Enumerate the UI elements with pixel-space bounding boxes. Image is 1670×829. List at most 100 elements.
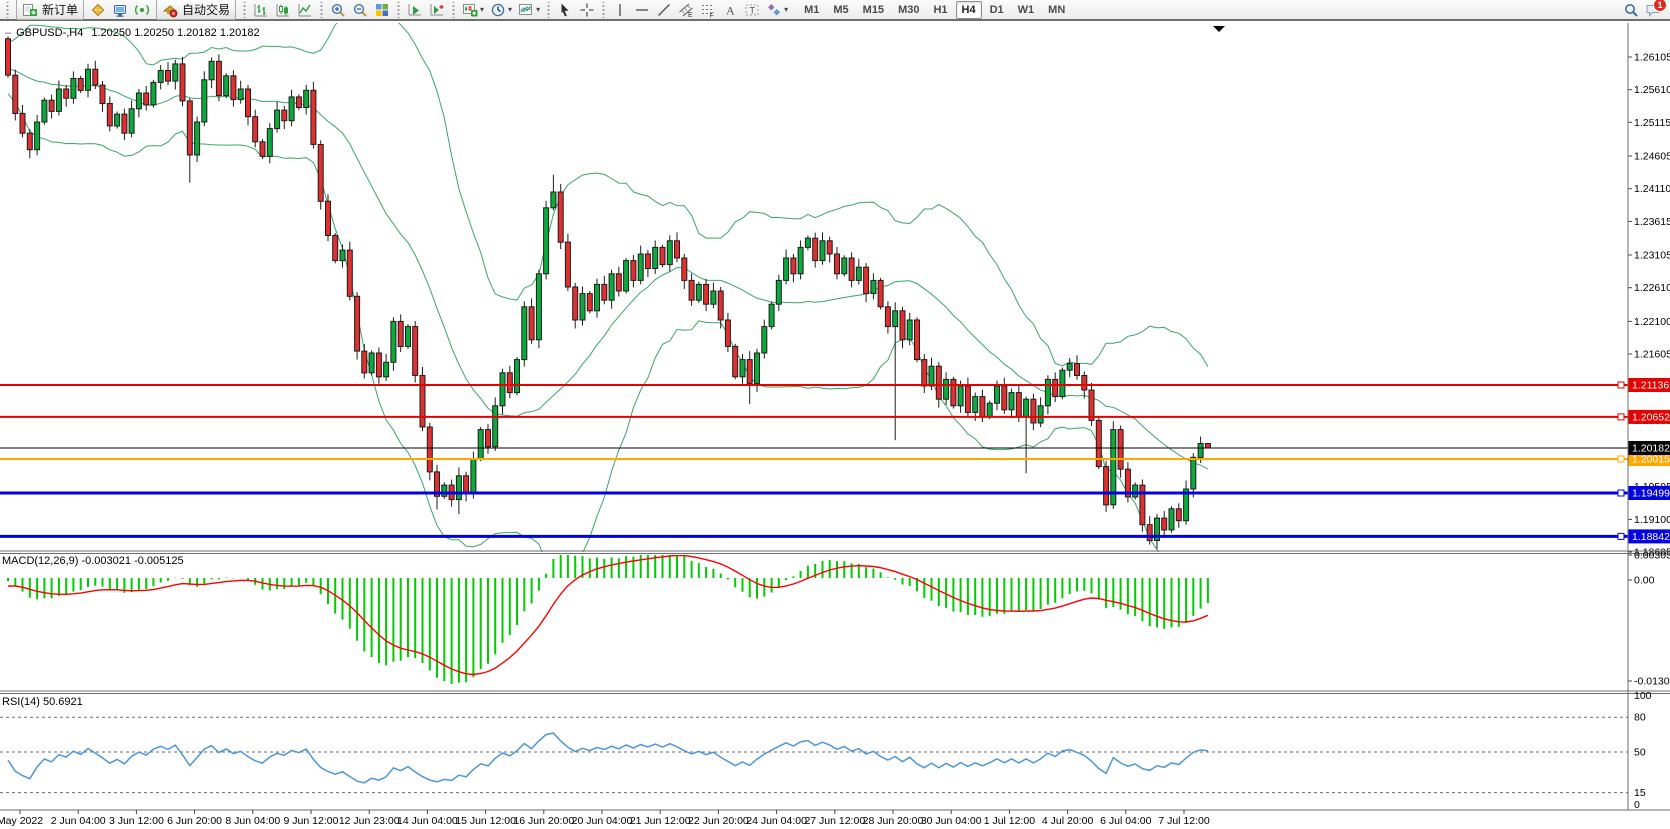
line-chart-mode-button[interactable]: [295, 0, 315, 19]
time-tick-label: 27 Jun 12:00: [804, 815, 865, 827]
vps-monitor-icon: [112, 2, 128, 18]
timeframe-m5[interactable]: M5: [827, 1, 854, 19]
periods-button[interactable]: ▾: [488, 0, 514, 19]
timeframe-m1[interactable]: M1: [798, 1, 825, 19]
dropdown-caret-icon[interactable]: ▾: [480, 6, 484, 14]
time-tick-label: 28 Jun 20:00: [863, 815, 924, 827]
channel-tool-button[interactable]: E: [676, 0, 696, 19]
hline-icon: [634, 2, 650, 18]
time-tick-label: 4 Jul 20:00: [1042, 815, 1094, 827]
time-tick-label: 8 Jun 04:00: [225, 815, 280, 827]
cursor-button[interactable]: [555, 0, 575, 19]
signals-button[interactable]: [132, 0, 152, 19]
macd-tick-label: 0.00: [1634, 575, 1655, 587]
macd-tick-label: -0.01309: [1634, 676, 1670, 688]
dropdown-caret-icon[interactable]: ▾: [536, 6, 540, 14]
time-tick-label: 12 Jun 23:00: [339, 815, 400, 827]
vps-button[interactable]: [110, 0, 130, 19]
mt4-window: 新订单自动交易▾▾▾EFAT▾M1M5M15M30H1H4D1W1MN1 –GB…: [0, 0, 1670, 829]
price-tick-label: 1.26105: [1634, 52, 1670, 64]
candles-icon: [275, 2, 291, 18]
trendline-tool-button[interactable]: [654, 0, 674, 19]
price-tick-label: 1.23105: [1634, 250, 1670, 262]
timeframe-mn[interactable]: MN: [1042, 1, 1071, 19]
rsi-tick-label: 80: [1634, 712, 1646, 724]
zoom-in-button[interactable]: [328, 0, 348, 19]
dropdown-caret-icon[interactable]: ▾: [784, 6, 788, 14]
time-tick-label: 14 Jun 04:00: [397, 815, 458, 827]
current-price-badge: 1.20182: [1632, 443, 1670, 455]
notification-badge: 1: [1653, 0, 1667, 12]
time-tick-label: 2 Jun 04:00: [51, 815, 106, 827]
chart-ohlc-values: 1.20250 1.20250 1.20182 1.20182: [91, 27, 259, 39]
fibo-icon: F: [700, 2, 716, 18]
svg-text:A: A: [726, 3, 735, 17]
text-label-icon: T: [744, 2, 760, 18]
line-price-badge: 1.20015: [1632, 454, 1670, 466]
chart-canvas[interactable]: 1.261051.256101.251151.246051.241101.236…: [0, 22, 1670, 829]
rsi-tick-label: 50: [1634, 747, 1646, 759]
autotrading-button[interactable]: 自动交易: [156, 0, 236, 20]
arrows-tool-button[interactable]: ▾: [764, 0, 790, 19]
zoom-in-icon: [330, 2, 346, 18]
timeframe-h4[interactable]: H4: [956, 1, 982, 19]
toolbar-right: 1: [1620, 0, 1668, 19]
new-chart-icon: [462, 2, 478, 18]
time-axis: May 20222 Jun 04:003 Jun 12:006 Jun 20:0…: [0, 810, 1210, 827]
market-button[interactable]: [88, 0, 108, 19]
new-order-label: 新订单: [42, 1, 78, 18]
price-tick-label: 1.19100: [1634, 514, 1670, 526]
gold-package-icon: [90, 2, 106, 18]
search-button[interactable]: [1621, 0, 1641, 19]
search-icon: [1623, 2, 1639, 18]
dropdown-caret-icon[interactable]: ▾: [508, 6, 512, 14]
macd-panel-area[interactable]: [0, 554, 1628, 691]
macd-axis: 0.003036 0.00 -0.01309: [1628, 550, 1670, 688]
chart-shift-button[interactable]: [427, 0, 447, 19]
bar-chart-mode-button[interactable]: [251, 0, 271, 19]
line-price-badge: 1.19499: [1632, 488, 1670, 500]
time-tick-label: 20 Jun 04:00: [572, 815, 633, 827]
channel-icon: E: [678, 2, 694, 18]
timeframe-bar: M1M5M15M30H1H4D1W1MN: [797, 1, 1072, 19]
text-tool-button[interactable]: A: [720, 0, 740, 19]
chartshift-icon: [429, 2, 445, 18]
timeframe-d1[interactable]: D1: [984, 1, 1010, 19]
price-tick-label: 1.23615: [1634, 216, 1670, 228]
auto-scroll-button[interactable]: [405, 0, 425, 19]
new-chart-button[interactable]: ▾: [460, 0, 486, 19]
timeframe-m30[interactable]: M30: [892, 1, 925, 19]
crosshair-button[interactable]: [577, 0, 597, 19]
time-tick-label: 16 Jun 20:00: [513, 815, 574, 827]
rsi-axis: 1008050150: [1634, 690, 1652, 811]
rsi-indicator-label: RSI(14) 50.6921: [2, 696, 83, 708]
horizontal-line-tool-button[interactable]: [632, 0, 652, 19]
text-label-tool-button[interactable]: T: [742, 0, 762, 19]
new-order-button[interactable]: 新订单: [16, 0, 84, 20]
main-plot-area[interactable]: [0, 23, 1628, 551]
time-tick-label: 15 Jun 12:00: [455, 815, 516, 827]
tile-windows-button[interactable]: [372, 0, 392, 19]
price-tick-label: 1.25115: [1634, 117, 1670, 129]
vertical-line-tool-button[interactable]: [610, 0, 630, 19]
candlestick-mode-button[interactable]: [273, 0, 293, 19]
text-a-icon: A: [722, 2, 738, 18]
price-tick-label: 1.25610: [1634, 84, 1670, 96]
timeframe-w1[interactable]: W1: [1012, 1, 1041, 19]
templates-button[interactable]: ▾: [516, 0, 542, 19]
time-tick-label: 7 Jul 12:00: [1158, 815, 1210, 827]
toolbar-separator: [601, 2, 606, 18]
timeframe-h1[interactable]: H1: [927, 1, 953, 19]
chat-button[interactable]: 1: [1643, 0, 1663, 19]
fibonacci-tool-button[interactable]: F: [698, 0, 718, 19]
macd-tick-label: 0.003036: [1634, 550, 1670, 562]
linechart-icon: [297, 2, 313, 18]
macd-indicator-label: MACD(12,26,9) -0.003021 -0.005125: [2, 555, 184, 567]
vline-icon: [612, 2, 628, 18]
line-price-badge: 1.20652: [1632, 411, 1670, 423]
toolbar-separator: [396, 2, 401, 18]
rsi-panel-area[interactable]: [0, 694, 1628, 810]
zoom-out-button[interactable]: [350, 0, 370, 19]
price-tick-label: 1.24110: [1634, 183, 1670, 195]
timeframe-m15[interactable]: M15: [857, 1, 890, 19]
